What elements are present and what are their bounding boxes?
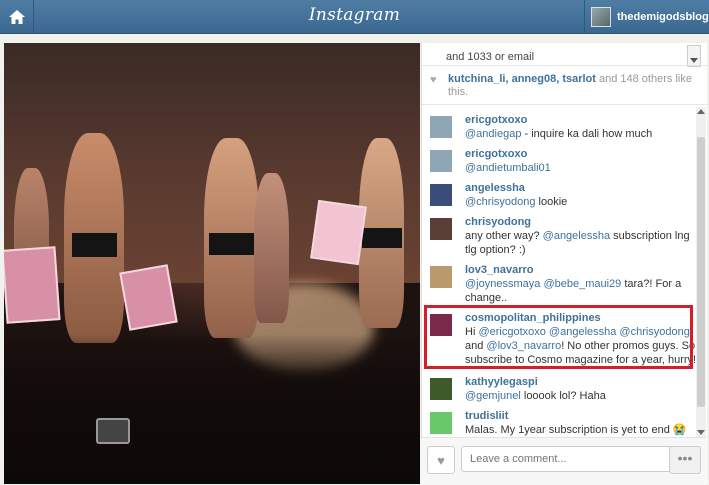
chevron-down-icon xyxy=(690,58,698,63)
mention-link[interactable]: @gemjunel xyxy=(465,390,521,402)
comment-bar: ♥ ••• xyxy=(421,437,706,485)
username: thedemigodsblog xyxy=(617,10,709,23)
avatar[interactable] xyxy=(430,378,452,400)
comment-text: @gemjunel looook lol? Haha xyxy=(465,389,697,403)
caption-text: and 1033 or email xyxy=(446,43,686,65)
mention-link[interactable]: @joynessmaya xyxy=(465,278,540,290)
comment-item: ericgotxoxo @andiegap - inquire ka dali … xyxy=(430,113,697,147)
comments-scrollbar[interactable] xyxy=(696,107,706,437)
comment-username[interactable]: ericgotxoxo xyxy=(465,113,697,127)
avatar[interactable] xyxy=(430,150,452,172)
highlight-box xyxy=(424,305,693,369)
model-figure xyxy=(254,173,289,323)
avatar[interactable] xyxy=(430,266,452,288)
crowd xyxy=(4,334,420,484)
comment-item: ericgotxoxo @andietumbali01 xyxy=(430,147,697,181)
chevron-up-icon[interactable] xyxy=(697,109,705,114)
likes-summary: ♥ kutchina_li, anneg08, tsarlot and 148 … xyxy=(422,65,707,105)
comments-panel: and 1033 or email ♥ kutchina_li, anneg08… xyxy=(421,43,707,484)
comment-text: @andietumbali01 xyxy=(465,161,697,175)
scrollbar-thumb[interactable] xyxy=(697,137,705,407)
avatar[interactable] xyxy=(430,218,452,240)
comment-item: angelessha @chrisyodong lookie xyxy=(430,181,697,215)
mention-link[interactable]: @andietumbali01 xyxy=(465,162,551,174)
post-photo[interactable] xyxy=(4,43,420,484)
briefs xyxy=(362,228,402,248)
mention-link[interactable]: @angelessha xyxy=(543,230,610,242)
fan-sign xyxy=(4,246,61,324)
like-button[interactable]: ♥ xyxy=(427,446,455,474)
comment-body: Malas. My 1year subscription is yet to e… xyxy=(465,424,673,436)
comment-item: lov3_navarro @joynessmaya @bebe_maui29 t… xyxy=(430,263,697,311)
mention-link[interactable]: @chrisyodong xyxy=(465,196,535,208)
chevron-down-icon[interactable] xyxy=(697,430,705,435)
comment-username[interactable]: chrisyodong xyxy=(465,215,697,229)
comment-text: @andiegap - inquire ka dali how much xyxy=(465,127,697,141)
comment-text: Malas. My 1year subscription is yet to e… xyxy=(465,423,697,437)
heart-icon: ♥ xyxy=(430,74,437,86)
mention-link[interactable]: @andiegap xyxy=(465,128,521,140)
comment-username[interactable]: angelessha xyxy=(465,181,697,195)
comment-text: @chrisyodong lookie xyxy=(465,195,697,209)
briefs xyxy=(72,233,117,257)
avatar[interactable] xyxy=(430,184,452,206)
user-menu[interactable]: thedemigodsblog xyxy=(584,0,709,33)
top-nav-bar: Instagram thedemigodsblog xyxy=(0,0,709,34)
fan-sign xyxy=(310,199,367,266)
caption-snippet: and 1033 or email xyxy=(446,51,535,63)
comment-username[interactable]: kathyylegaspi xyxy=(465,375,697,389)
caption-scrollbar[interactable] xyxy=(687,45,701,67)
comment-text: @joynessmaya @bebe_maui29 tara?! For a c… xyxy=(465,277,697,305)
comment-body: - inquire ka dali how much xyxy=(521,128,653,140)
comment-input[interactable] xyxy=(461,446,679,472)
comment-username[interactable]: trudisliit xyxy=(465,409,697,423)
comment-list: ericgotxoxo @andiegap - inquire ka dali … xyxy=(422,107,697,437)
comment-username[interactable]: lov3_navarro xyxy=(465,263,697,277)
briefs xyxy=(209,233,254,255)
comment-body: any other way? xyxy=(465,230,543,242)
fan-sign xyxy=(119,264,178,331)
heart-icon: ♥ xyxy=(437,452,445,468)
comment-item: chrisyodong any other way? @angelessha s… xyxy=(430,215,697,263)
likers-names[interactable]: kutchina_li, anneg08, tsarlot xyxy=(448,73,596,85)
camera-phone xyxy=(96,418,130,444)
comment-item: trudisliit Malas. My 1year subscription … xyxy=(430,409,697,437)
comment-item: kathyylegaspi @gemjunel looook lol? Haha xyxy=(430,375,697,409)
avatar xyxy=(591,6,611,27)
comment-body: looook lol? Haha xyxy=(520,390,606,402)
comment-text: any other way? @angelessha subscription … xyxy=(465,229,697,257)
avatar[interactable] xyxy=(430,412,452,434)
more-options-button[interactable]: ••• xyxy=(669,446,701,474)
avatar[interactable] xyxy=(430,116,452,138)
mention-link[interactable]: @bebe_maui29 xyxy=(543,278,621,290)
comment-body: lookie xyxy=(535,196,568,208)
comment-username[interactable]: ericgotxoxo xyxy=(465,147,697,161)
